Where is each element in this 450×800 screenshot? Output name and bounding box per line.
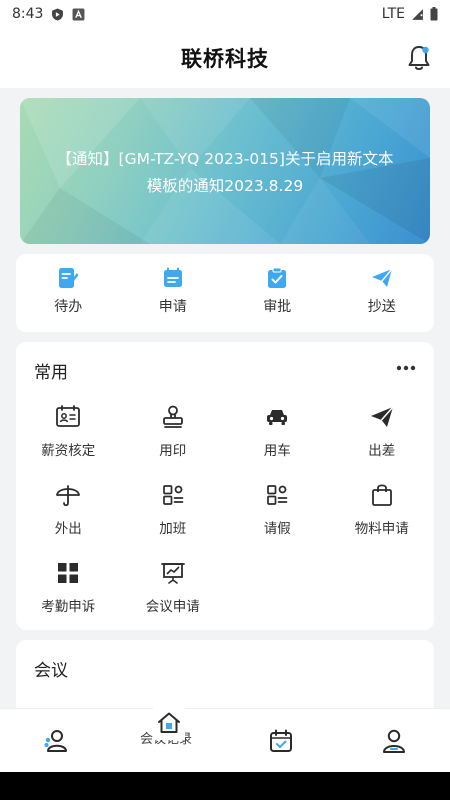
home-scroll[interactable]: 【通知】[GM-TZ-YQ 2023-015]关于启用新文本模板的通知2023.… (0, 88, 450, 708)
shortcut-label: 用车 (263, 443, 291, 459)
nav-home[interactable] (153, 706, 185, 740)
shortcut-label: 考勤申诉 (41, 599, 96, 615)
shortcut-material[interactable]: 物料申请 (330, 482, 435, 560)
bottom-nav (0, 708, 450, 772)
home-icon (158, 712, 180, 733)
apply-icon (163, 267, 182, 287)
shortcut-label: 出差 (368, 443, 396, 459)
shortcut-car[interactable]: 用车 (225, 404, 330, 482)
nav-profile[interactable] (338, 709, 450, 772)
overtime-icon (162, 485, 184, 505)
bag-icon (371, 484, 392, 506)
shortcut-out[interactable]: 外出 (16, 482, 121, 560)
profile-icon (382, 729, 405, 753)
status-time: 8:43 (12, 6, 44, 22)
quick-approve[interactable]: 审批 (225, 254, 330, 332)
umbrella-icon (56, 485, 81, 507)
notice-banner[interactable]: 【通知】[GM-TZ-YQ 2023-015]关于启用新文本模板的通知2023.… (20, 98, 430, 244)
shortcut-label: 请假 (263, 521, 291, 537)
shortcut-trip[interactable]: 出差 (330, 404, 435, 482)
shortcut-stamp[interactable]: 用印 (121, 404, 226, 482)
shortcut-leave[interactable]: 请假 (225, 482, 330, 560)
quick-apply[interactable]: 申请 (121, 254, 226, 332)
quick-actions: 待办 申请 审批 抄送 (16, 254, 434, 332)
quick-todo[interactable]: 待办 (16, 254, 121, 332)
common-title: 常用 (34, 363, 68, 383)
quick-label: 申请 (158, 299, 187, 315)
stamp-icon (162, 405, 183, 428)
presentation-icon (160, 563, 185, 584)
more-icon[interactable] (396, 364, 416, 372)
status-bar: 8:43 LTE (0, 0, 450, 28)
shortcut-attendance[interactable]: 考勤申诉 (16, 560, 121, 638)
battery-icon (430, 7, 438, 21)
shortcut-meeting[interactable]: 会议申请 (121, 560, 226, 638)
shield-icon (52, 8, 64, 20)
shortcut-label: 物料申请 (354, 521, 409, 537)
send-icon (371, 268, 393, 287)
quick-label: 抄送 (367, 299, 396, 315)
shortcut-label: 外出 (54, 521, 82, 537)
meeting-card: 会议 (16, 640, 434, 708)
system-nav-bar (0, 772, 450, 800)
quick-label: 审批 (263, 299, 292, 315)
common-grid: 薪资核定 用印 用车 出差 外出 加班 请假 物料申请 考勤申诉 会议申请 (16, 404, 434, 638)
id-card-icon (56, 405, 81, 427)
app-header: 联桥科技 (0, 28, 450, 88)
shortcut-label: 加班 (159, 521, 187, 537)
approve-icon (268, 267, 287, 288)
shortcut-overtime[interactable]: 加班 (121, 482, 226, 560)
bell-icon[interactable] (406, 44, 432, 72)
todo-icon (59, 268, 79, 288)
banner-text: 【通知】[GM-TZ-YQ 2023-015]关于启用新文本模板的通知2023.… (56, 150, 394, 195)
signal-icon (412, 8, 423, 20)
leave-icon (267, 485, 288, 505)
grid-icon (58, 563, 79, 583)
page-title: 联桥科技 (181, 47, 269, 71)
quick-send[interactable]: 抄送 (330, 254, 435, 332)
shortcut-salary[interactable]: 薪资核定 (16, 404, 121, 482)
paper-plane-icon (370, 406, 394, 427)
shortcut-label: 薪资核定 (41, 443, 96, 459)
nav-calendar[interactable] (225, 709, 338, 772)
shortcut-label: 会议申请 (145, 599, 200, 615)
car-icon (267, 410, 288, 425)
common-card: 常用 薪资核定 用印 用车 出差 外出 加班 请假 物料申请 考勤申诉 会议申请 (16, 342, 434, 630)
shortcut-label: 用印 (159, 443, 187, 459)
network-type: LTE (381, 6, 405, 22)
font-icon (72, 8, 85, 20)
nav-contacts[interactable] (0, 709, 113, 772)
calendar-icon (270, 729, 293, 752)
quick-label: 待办 (54, 299, 83, 315)
meeting-title: 会议 (34, 661, 68, 681)
contacts-icon (44, 729, 68, 752)
